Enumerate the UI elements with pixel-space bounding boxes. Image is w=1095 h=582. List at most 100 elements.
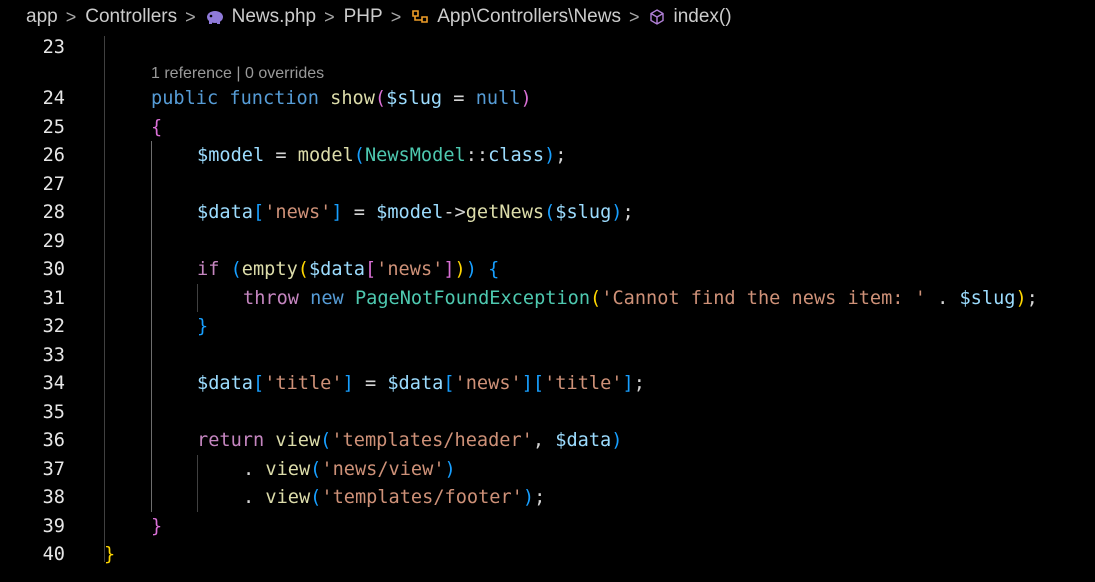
chevron-right-icon: > xyxy=(185,6,196,27)
code-token: [ xyxy=(443,373,455,394)
code-token: ; xyxy=(622,202,634,223)
code-token: throw xyxy=(243,287,311,309)
code-text: throw new PageNotFoundException('Cannot … xyxy=(243,285,1038,314)
code-token: ) xyxy=(611,430,623,451)
code-token: PageNotFoundException xyxy=(354,287,591,309)
class-icon xyxy=(410,8,430,26)
code-token: null xyxy=(475,88,521,109)
code-line: 40} xyxy=(0,541,1095,570)
code-line: 25 { xyxy=(0,114,1095,143)
code-token: function xyxy=(229,88,331,109)
code-token: . xyxy=(243,458,266,480)
line-number: 37 xyxy=(42,458,65,480)
code-token: $data xyxy=(555,430,612,451)
code-text: } xyxy=(104,541,115,570)
code-token: ] xyxy=(443,259,455,280)
breadcrumb-item-app[interactable]: app xyxy=(26,6,58,28)
code-token: 'title' xyxy=(264,373,343,394)
code-token: show xyxy=(330,88,375,109)
breadcrumb-item-method[interactable]: index() xyxy=(648,6,732,28)
code-line: 31 throw new PageNotFoundException('Canno… xyxy=(0,285,1095,314)
codelens-references[interactable]: 1 reference | 0 overrides xyxy=(151,63,324,85)
code-token: } xyxy=(197,316,209,337)
code-token: ) xyxy=(520,88,532,109)
code-line: 23 xyxy=(0,34,1095,63)
breadcrumb-item-language[interactable]: PHP xyxy=(344,6,383,28)
code-token: ( xyxy=(590,287,602,309)
code-line: 33 xyxy=(0,342,1095,371)
code-token: ) xyxy=(1015,287,1027,309)
chevron-right-icon: > xyxy=(628,6,640,27)
code-token: ( xyxy=(297,259,309,280)
code-token: } xyxy=(151,515,163,537)
code-token: empty xyxy=(241,259,298,280)
line-number: 35 xyxy=(42,401,65,423)
line-number: 32 xyxy=(42,316,65,337)
code-line: 38 . view('templates/footer'); xyxy=(0,484,1095,513)
line-number: 39 xyxy=(42,515,65,537)
code-token: 'news' xyxy=(264,202,332,223)
breadcrumb-label: News.php xyxy=(231,6,317,27)
code-token: [ xyxy=(252,202,265,223)
code-line: 28 $data['news'] = $model->getNews($slug)… xyxy=(0,199,1095,228)
code-text: } xyxy=(197,313,208,342)
code-token: public xyxy=(151,88,230,109)
line-number: 36 xyxy=(42,430,65,451)
line-number: 40 xyxy=(42,544,65,565)
breadcrumb-item-namespace[interactable]: App\Controllers\News xyxy=(410,6,621,28)
code-text: . view('templates/footer'); xyxy=(243,484,545,513)
code-token: ) xyxy=(544,145,556,166)
breadcrumb-item-file[interactable]: News.php xyxy=(205,6,317,28)
code-token: $slug xyxy=(555,202,612,223)
code-token: $slug xyxy=(386,88,443,109)
code-token: . xyxy=(925,287,960,309)
breadcrumb-item-controllers[interactable]: Controllers xyxy=(85,6,177,28)
code-token: $model xyxy=(197,145,265,166)
code-text: $data['title'] = $data['news']['title']; xyxy=(197,370,645,399)
code-text: $model = model(NewsModel::class); xyxy=(197,142,566,171)
code-token: ; xyxy=(534,487,546,508)
code-line: 39} xyxy=(0,513,1095,542)
code-token: ] xyxy=(331,202,343,223)
code-token: } xyxy=(104,544,116,565)
code-token: , xyxy=(532,430,556,451)
code-editor[interactable]: 1 reference | 0 overrides 23 24 public fu… xyxy=(0,34,1095,582)
code-token: ; xyxy=(633,373,645,394)
code-token: 'Cannot find the news item: ' xyxy=(601,287,926,309)
line-number: 27 xyxy=(42,173,65,195)
code-token: $data xyxy=(197,202,253,223)
code-line: 30 if (empty($data['news'])) { xyxy=(0,256,1095,285)
chevron-right-icon: > xyxy=(65,6,77,27)
code-token: NewsModel xyxy=(364,145,466,166)
code-token: -> xyxy=(443,202,466,223)
code-token: class xyxy=(488,145,545,166)
code-token: ( xyxy=(320,430,332,451)
code-token: ] xyxy=(342,373,354,394)
elephant-icon xyxy=(205,9,225,25)
code-token: { xyxy=(488,259,500,280)
code-text: if (empty($data['news'])) { xyxy=(197,256,499,285)
code-token: 'title' xyxy=(544,373,623,394)
code-text: . view('news/view') xyxy=(243,456,456,485)
code-token: ][ xyxy=(521,373,545,394)
code-line: 29 xyxy=(0,228,1095,257)
code-line: 35 xyxy=(0,399,1095,428)
breadcrumb-label: index() xyxy=(673,6,732,27)
breadcrumb-label: app xyxy=(26,6,58,27)
code-token: 'news' xyxy=(454,373,522,394)
line-number: 33 xyxy=(42,344,65,366)
code-token: new xyxy=(310,287,355,309)
code-line: 24 public function show($slug = null) xyxy=(0,85,1095,114)
breadcrumb: app > Controllers > News.php > PHP > App… xyxy=(0,0,1095,34)
code-token: model xyxy=(297,145,354,166)
code-token: $data xyxy=(387,373,444,394)
method-cube-icon xyxy=(648,8,666,26)
code-token: = xyxy=(342,202,377,223)
line-number: 38 xyxy=(42,487,65,508)
line-number: 29 xyxy=(42,230,65,252)
code-token: . xyxy=(243,487,266,508)
code-token: getNews xyxy=(465,202,545,223)
code-line: 27 xyxy=(0,171,1095,200)
line-number: 26 xyxy=(42,145,65,166)
